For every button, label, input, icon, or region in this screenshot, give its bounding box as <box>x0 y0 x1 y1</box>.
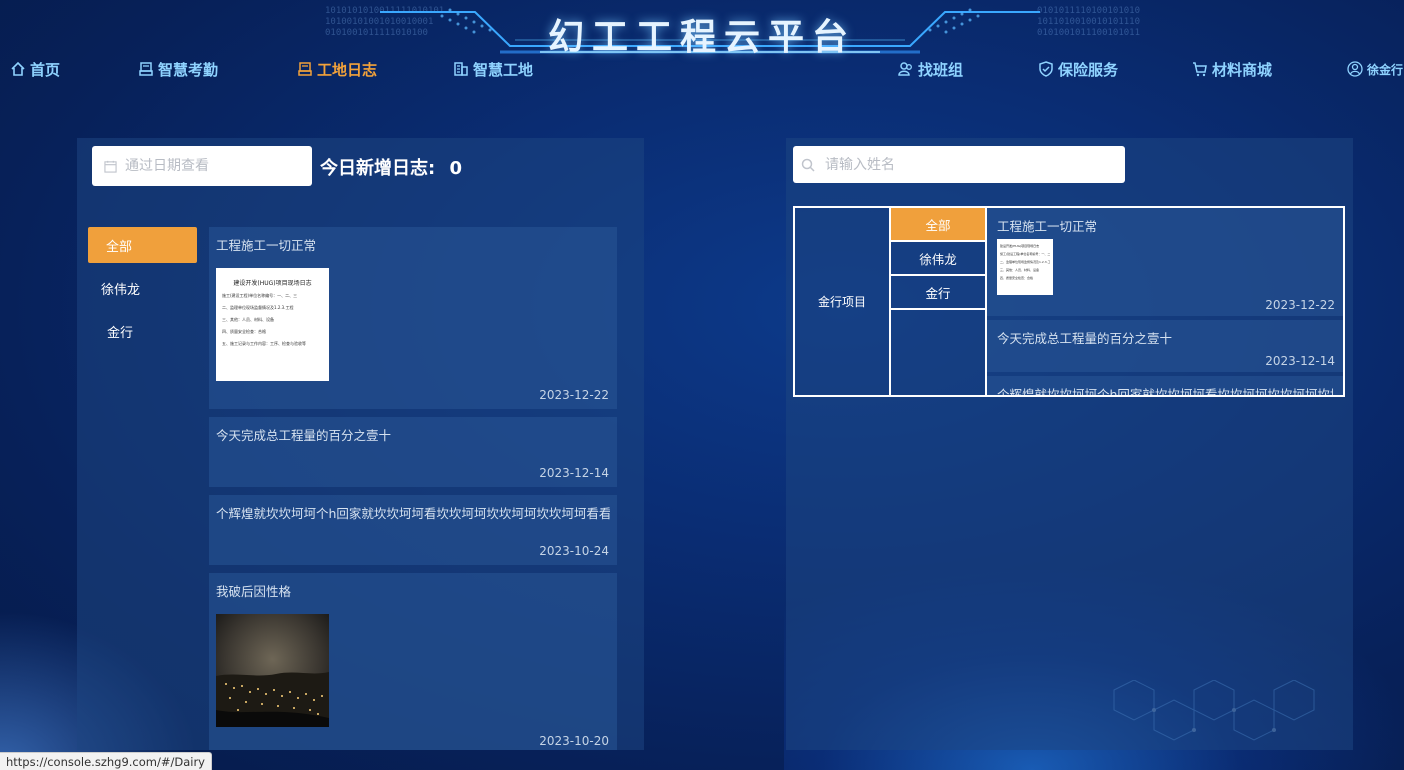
log-text: 个辉煌就坎坎坷坷个h回家就坎坎坷坷看坎坎坷坷坎坎坷坷坎坎坷坷看看 <box>216 506 610 521</box>
nav-site-log-label: 工地日志 <box>317 60 378 79</box>
doc-line: 二、监理单位现场监督情况及1.2.3.工程 <box>1000 260 1050 264</box>
nav-home-label: 首页 <box>30 60 61 79</box>
project-log-list: 工程施工一切正常 建设开发(HUG)项目现场日志 施工(建设工程)单位名称编号：… <box>987 208 1343 395</box>
name-search[interactable] <box>793 146 1125 183</box>
today-label: 今日新增日志: <box>320 158 436 179</box>
log-card[interactable]: 我破后因性格 2023-10-20 <box>209 573 617 750</box>
cart-icon <box>1193 62 1207 77</box>
doc-line: 四、质量安全检查：合格 <box>1000 276 1034 280</box>
doc-line: 二、监理单位现场监督情况及1.2.3.工程 <box>222 305 294 310</box>
nav-materials[interactable]: 材料商城 <box>1192 58 1272 80</box>
home-icon <box>11 61 25 76</box>
log-image-document[interactable]: 建设开发(HUG)项目现场日志 施工(建设工程)单位名称编号：一、二、三 二、监… <box>997 239 1053 295</box>
log-image-night-city[interactable] <box>216 614 329 727</box>
nav-materials-label: 材料商城 <box>1212 60 1273 79</box>
today-new-logs: 今日新增日志: 0 <box>320 154 462 180</box>
doc-line: 三、其他：人员、材料、设备 <box>222 317 274 322</box>
daily-log-panel: 今日新增日志: 0 全部 徐伟龙 金行 工程施工一切正常 建设开发(HUG)项目… <box>77 138 644 750</box>
doc-line: 五、施工记录与工作内容：工序、检查与验收等 <box>222 341 306 346</box>
member-column: 全部 徐伟龙 金行 <box>891 208 987 395</box>
project-name-cell[interactable]: 金行项目 <box>795 208 891 395</box>
person-item-jinhang[interactable]: 金行 <box>88 313 197 349</box>
log-card[interactable]: 工程施工一切正常 建设开发(HUG)项目现场日志 施工(建设工程)单位名称编号：… <box>209 227 617 409</box>
log-text: 今天完成总工程量的百分之壹十 <box>216 428 392 443</box>
log-card[interactable]: 今天完成总工程量的百分之壹十 2023-12-14 <box>209 417 617 487</box>
status-bar-url: https://console.szhg9.com/#/Dairy <box>0 752 212 770</box>
log-date: 2023-12-22 <box>539 388 609 402</box>
user-menu[interactable]: 徐金行 <box>1347 58 1403 80</box>
nav-smart-site[interactable]: 智慧工地 <box>453 58 533 80</box>
project-name: 金行项目 <box>817 295 866 309</box>
nav-find-team-label: 找班组 <box>918 60 964 79</box>
nav-site-log[interactable]: 工地日志 <box>297 58 377 80</box>
log-date: 2023-12-14 <box>1265 354 1335 368</box>
project-log-card[interactable]: 工程施工一切正常 建设开发(HUG)项目现场日志 施工(建设工程)单位名称编号：… <box>987 208 1343 316</box>
shield-icon <box>1039 61 1053 77</box>
member-item-all[interactable]: 全部 <box>891 208 985 242</box>
member-item-xuweilong[interactable]: 徐伟龙 <box>891 242 985 276</box>
member-item-jinhang[interactable]: 金行 <box>891 276 985 310</box>
log-date: 2023-10-20 <box>539 734 609 748</box>
nav-attendance-label: 智慧考勤 <box>158 60 219 79</box>
night-city-image <box>216 614 329 727</box>
top-header: 1010101010011111010101 101001010010100100… <box>0 0 1404 100</box>
person-item-xuweilong[interactable]: 徐伟龙 <box>88 270 197 306</box>
doc-line: 四、质量安全检查：合格 <box>222 329 266 334</box>
team-icon <box>898 62 912 76</box>
log-image-document[interactable]: 建设开发(HUG)项目现场日志 施工(建设工程)单位名称编号：一、二、三 二、监… <box>216 268 329 381</box>
date-filter[interactable] <box>92 146 312 186</box>
user-name: 徐金行 <box>1367 62 1404 77</box>
log-card[interactable]: 个辉煌就坎坎坷坷个h回家就坎坎坷坷看坎坎坷坷坎坎坷坷坎坎坷坷看看 2023-10… <box>209 495 617 565</box>
doc-line: 建设开发(HUG)项目现场日志 <box>233 280 312 287</box>
log-text: 今天完成总工程量的百分之壹十 <box>997 331 1173 346</box>
nav-insurance-label: 保险服务 <box>1058 60 1119 79</box>
nav-smart-site-label: 智慧工地 <box>473 60 534 79</box>
people-list: 全部 徐伟龙 金行 <box>88 227 197 356</box>
project-log-card[interactable]: 今天完成总工程量的百分之壹十 2023-12-14 <box>987 320 1343 372</box>
log-text: 个辉煌就坎坎坷坷个h回家就坎坎坷坷看坎坎坷坷坎坎坷坷坎坎坷坷看看 <box>997 387 1333 395</box>
project-log-card[interactable]: 个辉煌就坎坎坷坷个h回家就坎坎坷坷看坎坎坷坷坎坎坷坷坎坎坷坷看看 <box>987 376 1343 395</box>
nav-home[interactable]: 首页 <box>10 58 60 80</box>
building-icon <box>454 62 468 76</box>
search-icon <box>801 158 815 172</box>
attendance-icon <box>139 62 153 76</box>
date-filter-input[interactable] <box>125 158 295 174</box>
log-list: 工程施工一切正常 建设开发(HUG)项目现场日志 施工(建设工程)单位名称编号：… <box>209 227 617 750</box>
site-log-icon <box>298 62 312 76</box>
doc-line: 施工(建设工程)单位名称编号：一、二、三 <box>1000 252 1050 256</box>
project-table: 金行项目 全部 徐伟龙 金行 工程施工一切正常 建设开发(HUG)项目现场日志 … <box>793 206 1345 397</box>
site-title: 幻工工程云平台 <box>547 17 856 58</box>
nav-insurance[interactable]: 保险服务 <box>1038 58 1118 80</box>
log-text: 工程施工一切正常 <box>997 219 1098 234</box>
nav-attendance[interactable]: 智慧考勤 <box>138 58 218 80</box>
log-date: 2023-10-24 <box>539 544 609 558</box>
log-date: 2023-12-14 <box>539 466 609 480</box>
project-log-panel: 金行项目 全部 徐伟龙 金行 工程施工一切正常 建设开发(HUG)项目现场日志 … <box>786 138 1353 750</box>
doc-line: 施工(建设工程)单位名称编号：一、二、三 <box>222 293 298 298</box>
person-item-all[interactable]: 全部 <box>88 227 197 263</box>
user-icon <box>1347 61 1363 77</box>
today-count: 0 <box>449 158 463 179</box>
doc-line: 三、其他：人员、材料、设备 <box>1000 268 1040 272</box>
log-text: 工程施工一切正常 <box>216 238 317 253</box>
nav-find-team[interactable]: 找班组 <box>898 58 963 80</box>
name-search-input[interactable] <box>825 156 995 173</box>
log-text: 我破后因性格 <box>216 584 292 599</box>
calendar-icon <box>104 160 117 173</box>
log-date: 2023-12-22 <box>1265 298 1335 312</box>
doc-line: 建设开发(HUG)项目现场日志 <box>1000 244 1040 248</box>
